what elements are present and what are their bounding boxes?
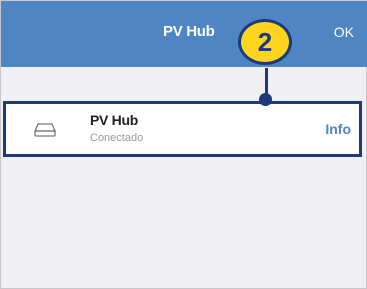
device-row[interactable]: PV Hub Conectado Info (3, 101, 362, 157)
callout-number-badge: 2 (238, 19, 292, 65)
navigation-bar: PV Hub OK (1, 1, 367, 67)
ok-button[interactable]: OK (334, 24, 354, 40)
device-status: Conectado (90, 132, 144, 144)
page-title: PV Hub (163, 23, 215, 40)
app-screen: PV Hub OK PV Hub Conectado Info (0, 0, 367, 289)
callout-dot (259, 93, 272, 106)
info-button[interactable]: Info (325, 121, 351, 137)
device-name: PV Hub (90, 112, 138, 128)
hard-drive-icon (34, 122, 56, 138)
